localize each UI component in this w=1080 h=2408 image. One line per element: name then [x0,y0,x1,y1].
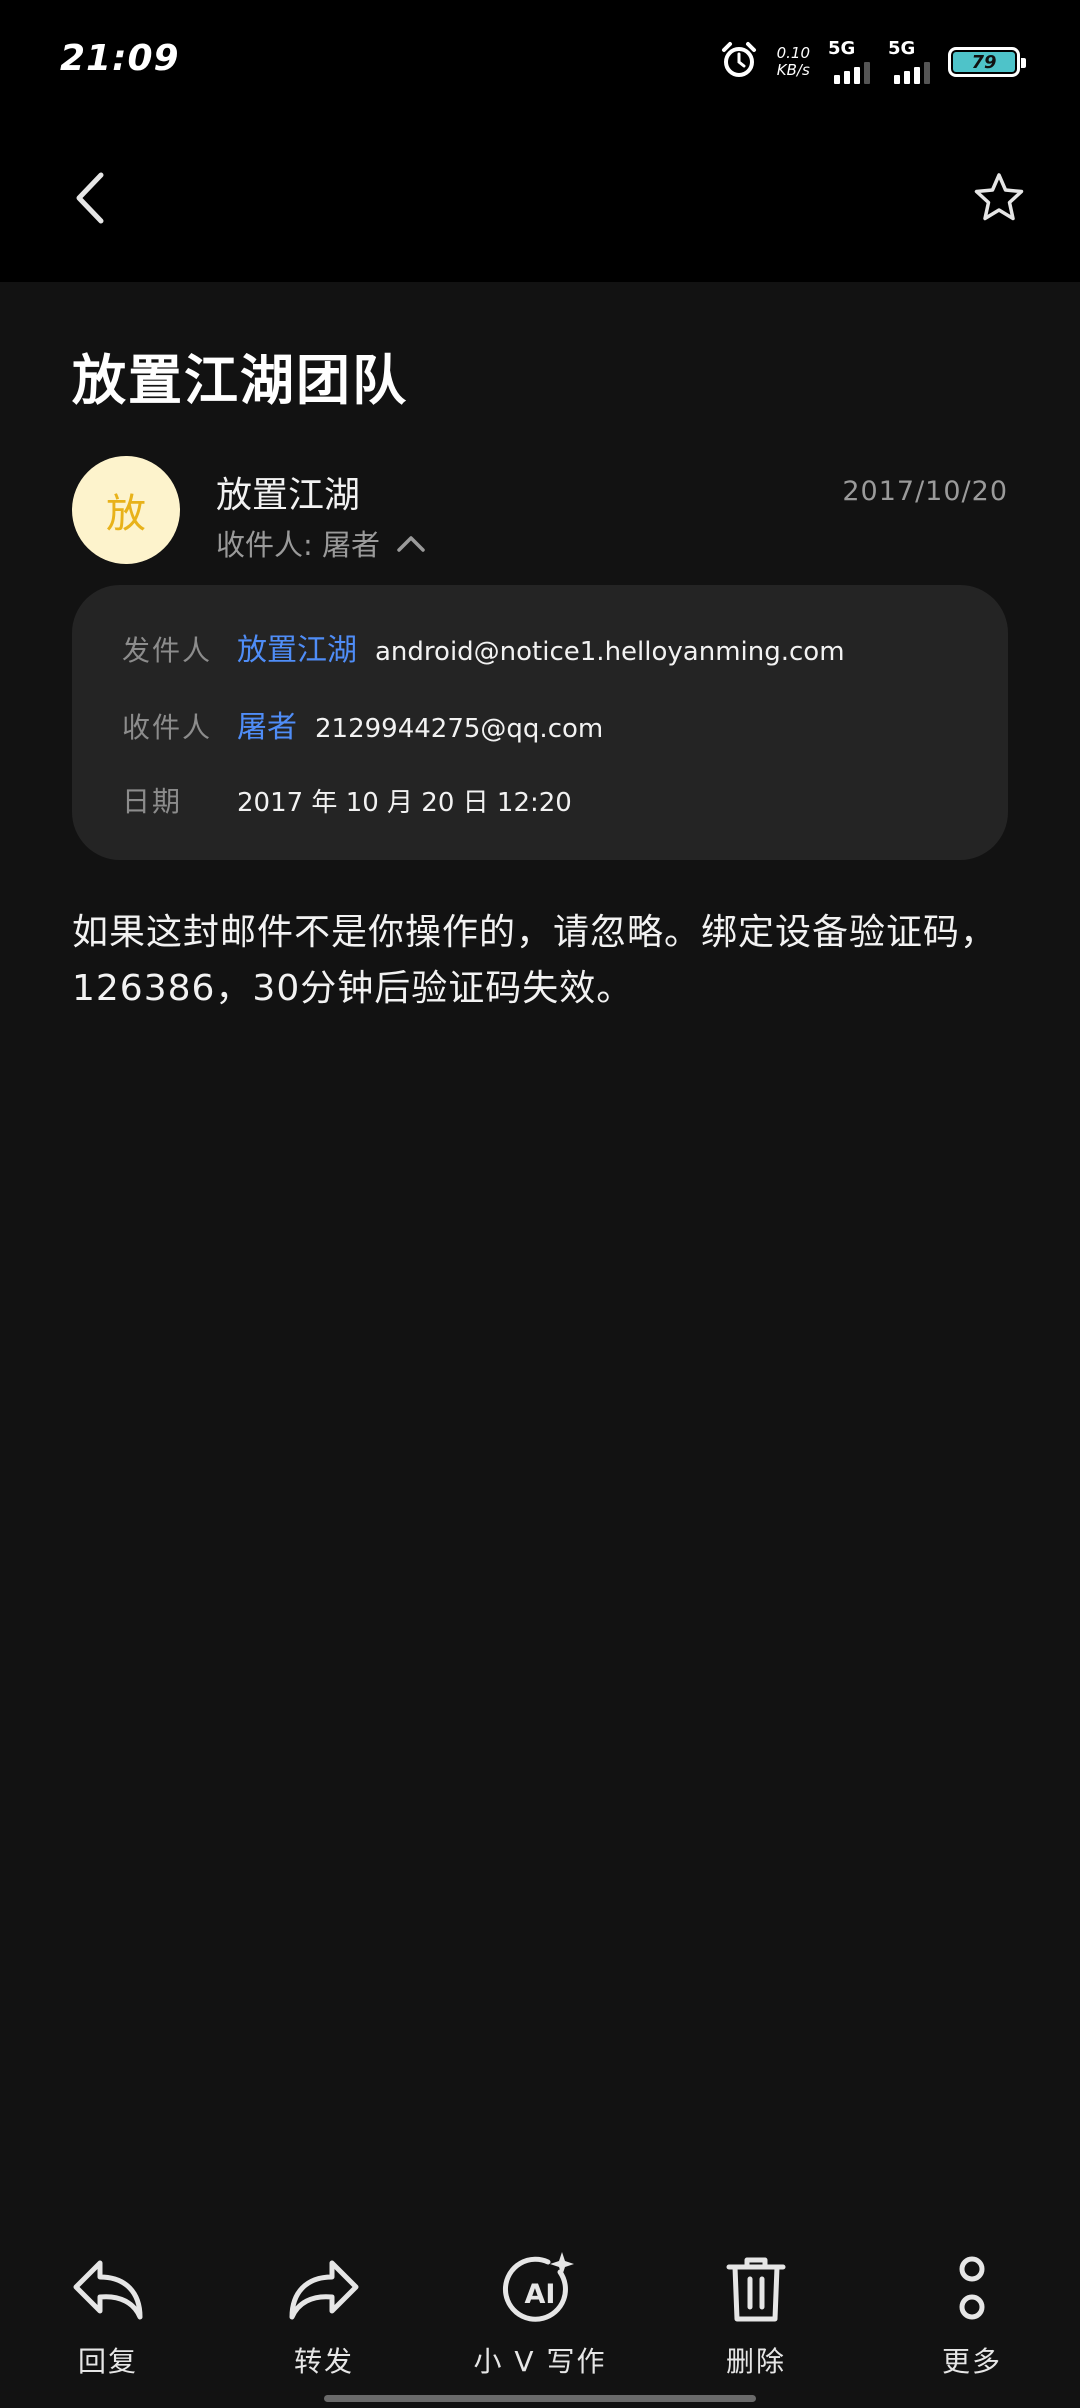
details-from-row: 发件人 放置江湖 android@notice1.helloyanming.co… [122,625,845,669]
sim1-signal: 5G [828,40,870,84]
sim1-label: 5G [828,38,856,59]
delete-label: 删除 [725,2345,786,2378]
from-address[interactable]: android@notice1.helloyanming.com [375,637,845,667]
email-detail-screen: 21:09 0.10 KB/s 5G 5G 79 放置江湖团队 放 放置江湖 2… [0,0,1080,2408]
email-subject: 放置江湖团队 [72,349,408,412]
more-button[interactable]: 更多 [892,2250,1052,2380]
to-address[interactable]: 2129944275@qq.com [315,714,603,744]
status-icons: 0.10 KB/s 5G 5G 79 [719,40,1026,84]
details-to-row: 收件人 屠者 2129944275@qq.com [122,702,603,746]
email-body: 如果这封邮件不是你操作的，请忽略。绑定设备验证码，126386，30分钟后验证码… [72,912,998,1009]
svg-text:AI: AI [525,2279,556,2310]
sim2-signal: 5G [888,40,930,84]
recipient-summary[interactable]: 收件人: 屠者 [216,522,428,564]
ai-write-button[interactable]: AI 小 V 写作 [460,2250,620,2380]
alarm-clock-icon [719,40,759,84]
more-vertical-icon [932,2250,1012,2330]
reply-icon [68,2250,148,2330]
sender-avatar[interactable]: 放 [72,456,180,564]
back-button[interactable] [60,165,120,231]
recipient-summary-text: 收件人: 屠者 [216,528,380,562]
reply-label: 回复 [77,2345,138,2378]
from-label: 发件人 [122,634,213,667]
sim2-signal-bars-icon [894,62,930,84]
favorite-button[interactable] [966,165,1032,231]
forward-label: 转发 [293,2345,354,2378]
delete-button[interactable]: 删除 [676,2250,836,2380]
bottom-toolbar: 回复 转发 AI 小 V 写作 删除 更多 [0,2250,1080,2380]
chevron-up-icon[interactable] [394,528,428,558]
sender-name[interactable]: 放置江湖 [216,466,360,518]
date-label: 日期 [122,785,183,818]
star-outline-icon [974,173,1024,221]
sim2-label: 5G [888,38,916,59]
more-label: 更多 [941,2345,1002,2378]
network-speed: 0.10 KB/s [777,45,810,79]
email-details-card: 发件人 放置江湖 android@notice1.helloyanming.co… [72,585,1008,860]
network-speed-value: 0.10 [776,44,810,62]
email-date: 2017/10/20 [842,476,1008,507]
forward-button[interactable]: 转发 [244,2250,404,2380]
sim1-signal-bars-icon [834,62,870,84]
to-label: 收件人 [122,711,213,744]
status-time: 21:09 [60,38,180,79]
reply-button[interactable]: 回复 [28,2250,188,2380]
top-bar: 21:09 0.10 KB/s 5G 5G 79 [0,0,1080,282]
home-indicator[interactable] [324,2395,756,2402]
chevron-left-icon [76,172,104,224]
battery-icon: 79 [948,47,1026,77]
to-name[interactable]: 屠者 [237,702,297,746]
details-date-row: 日期 2017 年 10 月 20 日 12:20 [122,780,572,820]
forward-icon [284,2250,364,2330]
trash-icon [716,2250,796,2330]
battery-level: 79 [953,52,1015,73]
network-speed-unit: KB/s [776,61,810,79]
from-name[interactable]: 放置江湖 [237,625,357,669]
ai-sparkle-icon: AI [500,2250,580,2330]
ai-write-label: 小 V 写作 [473,2345,607,2378]
date-full: 2017 年 10 月 20 日 12:20 [237,788,572,818]
